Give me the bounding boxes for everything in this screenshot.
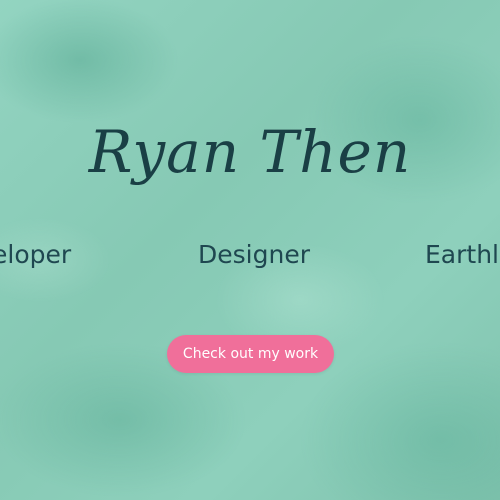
check-out-work-button[interactable]: Check out my work <box>167 335 334 373</box>
hero-name-heading: Ryan Then <box>88 118 412 186</box>
role-item-developer: eloper <box>0 240 72 269</box>
role-item-earthling: Earthli <box>425 240 500 269</box>
role-carousel: eloper Designer Earthli <box>0 240 500 274</box>
role-item-designer: Designer <box>198 240 310 269</box>
hero-section: Ryan Then eloper Designer Earthli Check … <box>0 0 500 500</box>
